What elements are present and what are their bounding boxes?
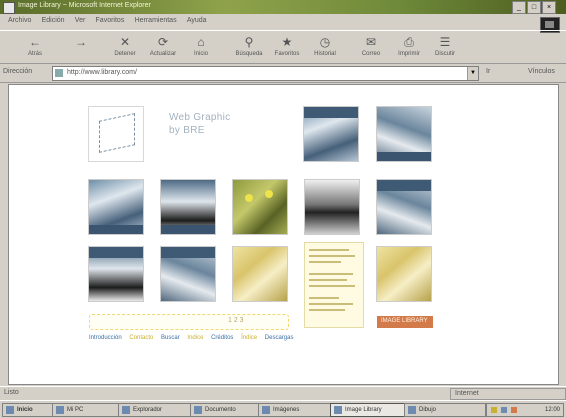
refresh-button[interactable]: ⟳ Actualizar	[146, 33, 180, 61]
menu-help[interactable]: Ayuda	[187, 15, 207, 27]
minimize-button[interactable]: _	[512, 1, 526, 14]
footer-link[interactable]: Introducción	[89, 335, 122, 341]
image-thumbnail[interactable]	[161, 180, 215, 234]
mail-icon: ✉	[365, 35, 377, 49]
network-icon[interactable]	[501, 407, 507, 413]
status-text: Listo	[4, 389, 19, 396]
image-thumbnail[interactable]	[233, 180, 287, 234]
image-thumbnail[interactable]	[233, 247, 287, 301]
forward-button[interactable]: →	[64, 33, 98, 61]
logo-thumbnail[interactable]	[89, 107, 143, 161]
forward-arrow-icon: →	[75, 35, 87, 49]
image-thumbnail[interactable]	[377, 247, 431, 301]
title-bar: Image Library ~ Microsoft Internet Explo…	[0, 0, 566, 14]
antivirus-icon[interactable]	[511, 407, 517, 413]
menu-edit[interactable]: Edición	[42, 15, 65, 27]
menu-favorites[interactable]: Favoritos	[96, 15, 125, 27]
page-icon	[55, 69, 63, 77]
taskbar-item[interactable]: Dibujo	[404, 403, 486, 417]
status-bar: Listo Internet	[0, 386, 566, 400]
back-button[interactable]: ← Atrás	[18, 33, 52, 61]
stop-icon: ✕	[119, 35, 131, 49]
image-icon	[262, 406, 270, 414]
document-thumbnail[interactable]	[305, 243, 363, 327]
site-wordmark: Web Graphic by BRE	[169, 111, 230, 137]
search-button[interactable]: ⚲ Búsqueda	[232, 33, 266, 61]
address-label: Dirección	[3, 68, 33, 75]
image-thumbnail[interactable]	[89, 180, 143, 234]
document-icon	[194, 406, 202, 414]
image-thumbnail[interactable]	[161, 247, 215, 301]
taskbar-item[interactable]: Explorador	[118, 403, 200, 417]
page-numbers[interactable]: 1 2 3	[228, 317, 244, 324]
address-bar: Dirección http://www.library.com/ ▼ Ir V…	[0, 64, 566, 83]
links-button[interactable]: Vínculos	[528, 68, 555, 75]
browser-icon	[334, 406, 342, 414]
folder-icon	[122, 406, 130, 414]
close-button[interactable]: ×	[542, 1, 556, 14]
speaker-icon[interactable]	[491, 407, 497, 413]
refresh-icon: ⟳	[157, 35, 169, 49]
address-input[interactable]: http://www.library.com/ ▼	[52, 66, 479, 81]
logo-graphic	[99, 113, 135, 153]
library-button[interactable]: IMAGE LIBRARY	[377, 316, 433, 328]
favorites-icon: ★	[281, 35, 293, 49]
window-title: Image Library ~ Microsoft Internet Explo…	[18, 2, 151, 9]
image-thumbnail[interactable]	[377, 107, 431, 161]
library-button-label: IMAGE LIBRARY	[381, 318, 428, 324]
chevron-down-icon[interactable]: ▼	[467, 67, 478, 80]
maximize-button[interactable]: □	[527, 1, 541, 14]
menu-file[interactable]: Archivo	[8, 15, 31, 27]
browser-icon	[3, 2, 15, 14]
menu-bar: Archivo Edición Ver Favoritos Herramient…	[0, 15, 566, 27]
page-viewport: Web Graphic by BRE 1 2 3 IMAGE LIBRARY I…	[8, 84, 559, 385]
taskbar-item-active[interactable]: Image Library	[330, 403, 414, 417]
menu-tools[interactable]: Herramientas	[135, 15, 177, 27]
footer-link[interactable]: Índice	[241, 335, 257, 341]
search-icon: ⚲	[244, 35, 254, 49]
image-thumbnail[interactable]	[89, 247, 143, 301]
footer-link[interactable]: Créditos	[211, 335, 233, 341]
footer-link[interactable]: Contacto	[129, 335, 153, 341]
paint-icon	[408, 406, 416, 414]
footer-link[interactable]: Indice	[187, 335, 203, 341]
computer-icon	[56, 406, 64, 414]
taskbar-item[interactable]: Documento	[190, 403, 268, 417]
footer-links: Introducción Contacto Buscar Indice Créd…	[89, 335, 389, 345]
taskbar-item[interactable]: Mi PC	[52, 403, 126, 417]
discuss-button[interactable]: ☰ Discutir	[428, 33, 462, 61]
taskbar: Inicio Mi PC Explorador Documento Imágen…	[0, 400, 566, 418]
stop-button[interactable]: ✕ Detener	[108, 33, 142, 61]
wordmark-line-1: Web Graphic	[169, 112, 231, 123]
image-thumbnail[interactable]	[305, 180, 359, 234]
go-button[interactable]: Ir	[486, 68, 490, 75]
history-icon: ◷	[319, 35, 331, 49]
start-button[interactable]: Inicio	[2, 403, 58, 417]
clock[interactable]: 12:00	[545, 404, 560, 416]
print-icon: ⎙	[404, 35, 414, 49]
back-arrow-icon: ←	[29, 35, 41, 49]
standard-toolbar: ← Atrás → ✕ Detener ⟳ Actualizar ⌂ Inici…	[0, 30, 566, 64]
system-tray: 12:00	[486, 403, 564, 417]
home-button[interactable]: ⌂ Inicio	[184, 33, 218, 61]
image-thumbnail[interactable]	[377, 180, 431, 234]
pagination-bar: 1 2 3	[89, 314, 289, 330]
discuss-icon: ☰	[439, 35, 451, 49]
wordmark-line-2: by BRE	[169, 125, 205, 136]
home-icon: ⌂	[197, 35, 205, 49]
windows-flag-icon	[6, 406, 14, 414]
footer-link[interactable]: Descargas	[265, 335, 294, 341]
taskbar-item[interactable]: Imágenes	[258, 403, 340, 417]
mail-button[interactable]: ✉ Correo	[354, 33, 388, 61]
image-thumbnail[interactable]	[304, 107, 358, 161]
footer-link[interactable]: Buscar	[161, 335, 180, 341]
print-button[interactable]: ⎙ Imprimir	[392, 33, 426, 61]
history-button[interactable]: ◷ Historial	[308, 33, 342, 61]
favorites-button[interactable]: ★ Favoritos	[270, 33, 304, 61]
address-url[interactable]: http://www.library.com/	[67, 69, 137, 76]
security-zone: Internet	[450, 388, 566, 400]
menu-view[interactable]: Ver	[75, 15, 86, 27]
